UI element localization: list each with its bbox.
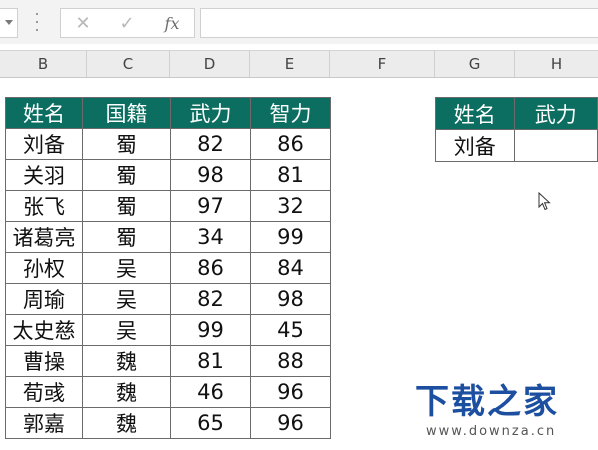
table-header-row: 姓名 国籍 武力 智力: [5, 97, 331, 129]
cell-force[interactable]: 34: [170, 221, 251, 253]
cell-force[interactable]: 86: [170, 252, 251, 284]
cell-name[interactable]: 太史慈: [5, 314, 83, 346]
cell-force[interactable]: 82: [170, 128, 251, 160]
formula-input[interactable]: [200, 8, 598, 38]
table-row: 郭嘉 魏 65 96: [5, 407, 331, 439]
cell-intellect[interactable]: 32: [250, 190, 331, 222]
cell-intellect[interactable]: 45: [250, 314, 331, 346]
cell-intellect[interactable]: 84: [250, 252, 331, 284]
column-header-b[interactable]: B: [0, 51, 87, 77]
mouse-cursor-icon: [538, 192, 551, 211]
cell-country[interactable]: 魏: [82, 345, 171, 377]
cell-country[interactable]: 魏: [82, 407, 171, 439]
table-row: 关羽 蜀 98 81: [5, 159, 331, 191]
lookup-cell-force[interactable]: [513, 129, 598, 162]
main-data-table: 姓名 国籍 武力 智力 刘备 蜀 82 86 关羽 蜀 98 81 张飞 蜀 9…: [5, 97, 331, 439]
table-row: 诸葛亮 蜀 34 99: [5, 221, 331, 253]
cell-force[interactable]: 46: [170, 376, 251, 408]
cancel-icon[interactable]: ✕: [63, 9, 103, 37]
lookup-header-name[interactable]: 姓名: [435, 97, 515, 130]
header-cell-name[interactable]: 姓名: [5, 97, 83, 129]
cell-country[interactable]: 蜀: [82, 128, 171, 160]
insert-function-icon[interactable]: fx: [152, 9, 192, 37]
cell-name[interactable]: 刘备: [5, 128, 83, 160]
watermark-url: www.downza.cn: [426, 424, 557, 439]
cell-name[interactable]: 曹操: [5, 345, 83, 377]
column-header-g[interactable]: G: [435, 51, 515, 77]
cell-country[interactable]: 蜀: [82, 190, 171, 222]
lookup-row: 刘备: [435, 129, 598, 162]
cell-name[interactable]: 周瑜: [5, 283, 83, 315]
header-cell-intellect[interactable]: 智力: [250, 97, 331, 129]
name-box[interactable]: [0, 8, 18, 38]
cell-name[interactable]: 孙权: [5, 252, 83, 284]
cell-country[interactable]: 蜀: [82, 221, 171, 253]
cell-country[interactable]: 吴: [82, 283, 171, 315]
cell-force[interactable]: 98: [170, 159, 251, 191]
cell-force[interactable]: 97: [170, 190, 251, 222]
table-row: 太史慈 吴 99 45: [5, 314, 331, 346]
column-header-h[interactable]: H: [515, 51, 598, 77]
column-header-e[interactable]: E: [250, 51, 330, 77]
cell-name[interactable]: 郭嘉: [5, 407, 83, 439]
enter-icon[interactable]: ✓: [107, 9, 147, 37]
formula-buttons: ✕ ✓ fx: [60, 8, 195, 38]
column-header-f[interactable]: F: [330, 51, 435, 77]
cell-country[interactable]: 吴: [82, 314, 171, 346]
watermark-logo: 下载之家 www.downza.cn: [388, 364, 598, 450]
cell-force[interactable]: 82: [170, 283, 251, 315]
cell-name[interactable]: 张飞: [5, 190, 83, 222]
table-row: 孙权 吴 86 84: [5, 252, 331, 284]
cell-country[interactable]: 蜀: [82, 159, 171, 191]
table-row: 刘备 蜀 82 86: [5, 128, 331, 160]
cell-intellect[interactable]: 81: [250, 159, 331, 191]
cell-force[interactable]: 99: [170, 314, 251, 346]
cell-country[interactable]: 吴: [82, 252, 171, 284]
formula-bar: ✕ ✓ fx: [0, 0, 598, 44]
lookup-cell-name[interactable]: 刘备: [435, 129, 515, 162]
table-row: 荀彧 魏 46 96: [5, 376, 331, 408]
cell-name[interactable]: 关羽: [5, 159, 83, 191]
cell-intellect[interactable]: 98: [250, 283, 331, 315]
table-row: 张飞 蜀 97 32: [5, 190, 331, 222]
column-header-c[interactable]: C: [87, 51, 170, 77]
cell-force[interactable]: 65: [170, 407, 251, 439]
cell-intellect[interactable]: 96: [250, 376, 331, 408]
cell-country[interactable]: 魏: [82, 376, 171, 408]
cell-intellect[interactable]: 86: [250, 128, 331, 160]
column-header-bar: B C D E F G H: [0, 50, 598, 78]
watermark-title: 下载之家: [415, 382, 559, 422]
name-box-dropdown-icon[interactable]: [5, 20, 13, 25]
cell-force[interactable]: 81: [170, 345, 251, 377]
lookup-header-row: 姓名 武力: [435, 97, 598, 130]
cell-name[interactable]: 诸葛亮: [5, 221, 83, 253]
cell-intellect[interactable]: 99: [250, 221, 331, 253]
drag-handle-icon[interactable]: [34, 13, 40, 31]
header-cell-force[interactable]: 武力: [170, 97, 251, 129]
header-cell-country[interactable]: 国籍: [82, 97, 171, 129]
cell-intellect[interactable]: 96: [250, 407, 331, 439]
table-row: 周瑜 吴 82 98: [5, 283, 331, 315]
table-row: 曹操 魏 81 88: [5, 345, 331, 377]
lookup-header-force[interactable]: 武力: [513, 97, 598, 130]
cell-intellect[interactable]: 88: [250, 345, 331, 377]
cell-name[interactable]: 荀彧: [5, 376, 83, 408]
column-header-d[interactable]: D: [170, 51, 250, 77]
lookup-table: 姓名 武力 刘备: [435, 97, 598, 162]
